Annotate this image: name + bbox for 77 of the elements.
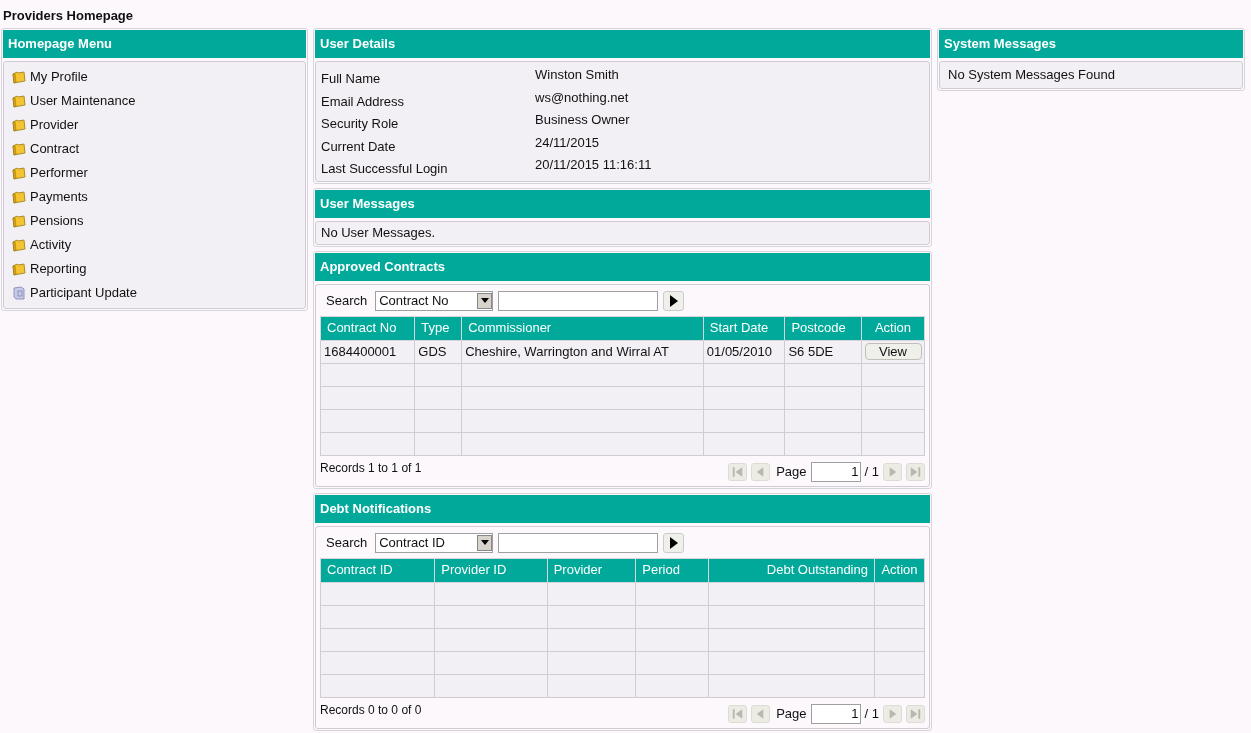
column-header: Contract ID (320, 558, 435, 582)
menu-link[interactable]: User Maintenance (12, 89, 136, 113)
field-label: Email Address (321, 92, 406, 110)
column-header: Action (861, 316, 925, 340)
document-icon (12, 286, 26, 300)
menu-link[interactable]: Participant Update (12, 281, 137, 305)
field-label: Current Date (321, 137, 397, 155)
field-value: Business Owner (535, 111, 630, 129)
column-header: Start Date (703, 316, 785, 340)
page-number-field[interactable]: 1 (810, 461, 861, 482)
folder-icon (12, 166, 26, 180)
field-value: Winston Smith (535, 66, 619, 84)
message-text: No User Messages. (321, 223, 436, 242)
menu-link[interactable]: Activity (12, 233, 72, 257)
message-text: No System Messages Found (948, 66, 1115, 85)
search-field-select[interactable]: Contract ID (375, 532, 494, 553)
column-header: Provider ID (434, 558, 548, 582)
folder-icon (12, 94, 26, 108)
dropdown-caret-icon (480, 298, 489, 303)
search-go-button[interactable] (663, 532, 685, 553)
panel-header: Approved Contracts (315, 252, 930, 281)
page-label: Page (776, 462, 807, 481)
menu-link[interactable]: My Profile (12, 65, 88, 89)
menu-link[interactable]: Provider (12, 113, 79, 137)
play-arrow-icon (669, 294, 678, 307)
folder-icon (12, 214, 26, 228)
column-header: Postcode (784, 316, 862, 340)
column-header: Type (414, 316, 462, 340)
search-go-button[interactable] (663, 290, 685, 311)
page-title: Providers Homepage (2, 7, 135, 25)
panel-header: User Details (315, 30, 930, 58)
column-header: Period (635, 558, 709, 582)
page-label: Page (776, 704, 807, 723)
column-header: Provider (547, 558, 636, 582)
search-input-field[interactable] (498, 532, 659, 553)
menu-link[interactable]: Performer (12, 161, 88, 185)
panel-header: Debt Notifications (315, 494, 930, 523)
menu-link[interactable]: Pensions (12, 209, 84, 233)
field-label: Last Successful Login (321, 160, 449, 178)
records-count: Records 1 to 1 of 1 (320, 459, 422, 477)
folder-icon (12, 262, 26, 276)
page-total: / 1 (864, 462, 879, 481)
column-header: Contract No (320, 316, 415, 340)
search-label: Search (326, 291, 368, 310)
table-cell: GDS (414, 340, 462, 363)
records-count: Records 0 to 0 of 0 (320, 701, 422, 719)
view-button[interactable]: View (864, 342, 922, 360)
table-cell: 01/05/2010 (703, 340, 785, 363)
dropdown-caret-icon (480, 540, 489, 545)
field-label: Security Role (321, 115, 400, 133)
folder-icon (12, 238, 26, 252)
field-value: 20/11/2015 11:16:11 (535, 156, 652, 174)
panel-header: System Messages (939, 30, 1243, 58)
field-value: 24/11/2015 (535, 133, 600, 152)
search-label: Search (326, 533, 368, 552)
page-number-field[interactable]: 1 (810, 703, 861, 724)
menu-link[interactable]: Contract (12, 137, 80, 161)
menu-link[interactable]: Payments (12, 185, 88, 209)
column-header: Action (874, 558, 925, 582)
field-label: Full Name (321, 70, 382, 88)
table-cell: 1684400001 (320, 340, 415, 363)
folder-icon (12, 70, 26, 84)
panel-header: Homepage Menu (3, 30, 306, 58)
folder-icon (12, 142, 26, 156)
column-header: Commissioner (461, 316, 704, 340)
folder-icon (12, 190, 26, 204)
field-value: ws@nothing.net (535, 88, 629, 107)
table-cell: S6 5DE (784, 340, 862, 363)
page-total: / 1 (864, 704, 879, 723)
table-cell: Cheshire, Warrington and Wirral AT (461, 340, 704, 363)
menu-link[interactable]: Reporting (12, 257, 87, 281)
folder-icon (12, 118, 26, 132)
search-field-select[interactable]: Contract No (375, 290, 494, 311)
play-arrow-icon (669, 536, 678, 549)
panel-header: User Messages (315, 189, 930, 218)
search-input-field[interactable] (498, 290, 659, 311)
column-header: Debt Outstanding (708, 558, 875, 582)
